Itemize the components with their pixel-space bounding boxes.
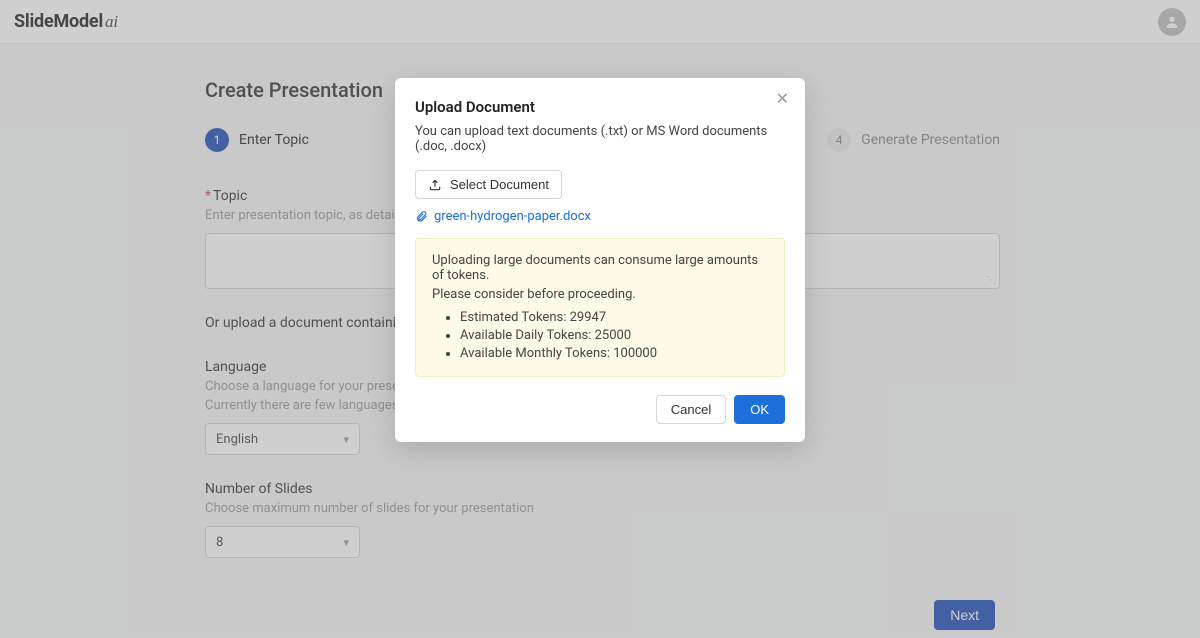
close-icon: ✕	[776, 91, 789, 108]
warn-line-1: Uploading large documents can consume la…	[432, 253, 768, 283]
modal-title: Upload Document	[415, 98, 785, 116]
modal-desc: You can upload text documents (.txt) or …	[415, 124, 785, 154]
upload-icon	[428, 178, 442, 192]
available-monthly-tokens: Available Monthly Tokens: 100000	[460, 346, 768, 361]
close-button[interactable]: ✕	[776, 92, 789, 108]
uploaded-file: green-hydrogen-paper.docx	[415, 209, 785, 224]
uploaded-file-link[interactable]: green-hydrogen-paper.docx	[434, 209, 591, 224]
select-document-label: Select Document	[450, 177, 549, 192]
modal-actions: Cancel OK	[415, 395, 785, 424]
estimated-tokens: Estimated Tokens: 29947	[460, 310, 768, 325]
available-daily-tokens: Available Daily Tokens: 25000	[460, 328, 768, 343]
token-list: Estimated Tokens: 29947 Available Daily …	[432, 310, 768, 361]
paperclip-icon	[415, 210, 428, 223]
upload-document-modal: ✕ Upload Document You can upload text do…	[395, 78, 805, 442]
cancel-button[interactable]: Cancel	[656, 395, 726, 424]
token-warning-box: Uploading large documents can consume la…	[415, 238, 785, 377]
warn-line-2: Please consider before proceeding.	[432, 287, 768, 302]
select-document-button[interactable]: Select Document	[415, 170, 562, 199]
ok-button[interactable]: OK	[734, 395, 785, 424]
